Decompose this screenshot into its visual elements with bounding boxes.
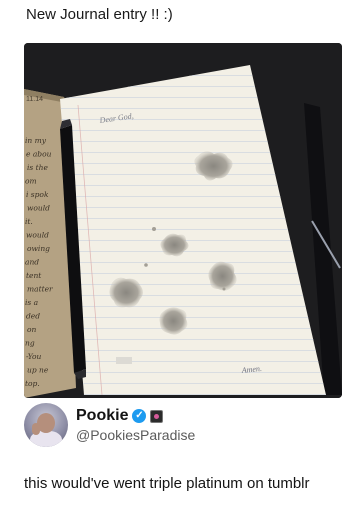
left-page-word: and [25, 258, 39, 267]
left-page-word: on [27, 325, 37, 334]
author-name[interactable]: Pookie [76, 407, 128, 425]
left-page-word: e abou [26, 150, 52, 159]
left-page-word: ng [25, 339, 35, 348]
left-page-word: in my [25, 136, 47, 145]
tweet-text: this would've went triple platinum on tu… [24, 475, 310, 492]
journal-photo[interactable]: Dear God, Amen. 11.14 in my e abou is the o… [24, 43, 342, 398]
affiliate-badge-icon[interactable] [150, 409, 164, 423]
left-page-word: up ne [27, 366, 49, 375]
left-page-word: tent [26, 271, 42, 280]
author-handle[interactable]: @PookiesParadise [76, 427, 195, 443]
post-title: New Journal entry !! :) [26, 6, 173, 23]
journal-illustration: Dear God, Amen. 11.14 in mye abouis theo… [24, 43, 342, 398]
left-page-word: owing [27, 244, 50, 253]
left-page-word: -You [26, 352, 42, 361]
left-page-word: would [27, 204, 50, 213]
left-page-word: top. [25, 379, 40, 388]
left-page-word: ded [26, 312, 40, 321]
left-page-word: would [26, 231, 49, 240]
left-page-word: i spok [26, 190, 49, 199]
left-page-word: is a [25, 298, 38, 307]
author-name-row: Pookie ✓ [76, 406, 164, 426]
left-page-word: matter [27, 285, 53, 294]
journal-date: 11.14 [26, 96, 43, 103]
left-page-word: om [25, 177, 37, 186]
left-page-word: it. [25, 217, 33, 226]
left-page-word: is the [27, 163, 48, 172]
verified-badge-icon: ✓ [132, 409, 147, 423]
author-avatar[interactable] [24, 403, 68, 447]
author-block: Pookie ✓ @PookiesParadise [24, 403, 330, 449]
